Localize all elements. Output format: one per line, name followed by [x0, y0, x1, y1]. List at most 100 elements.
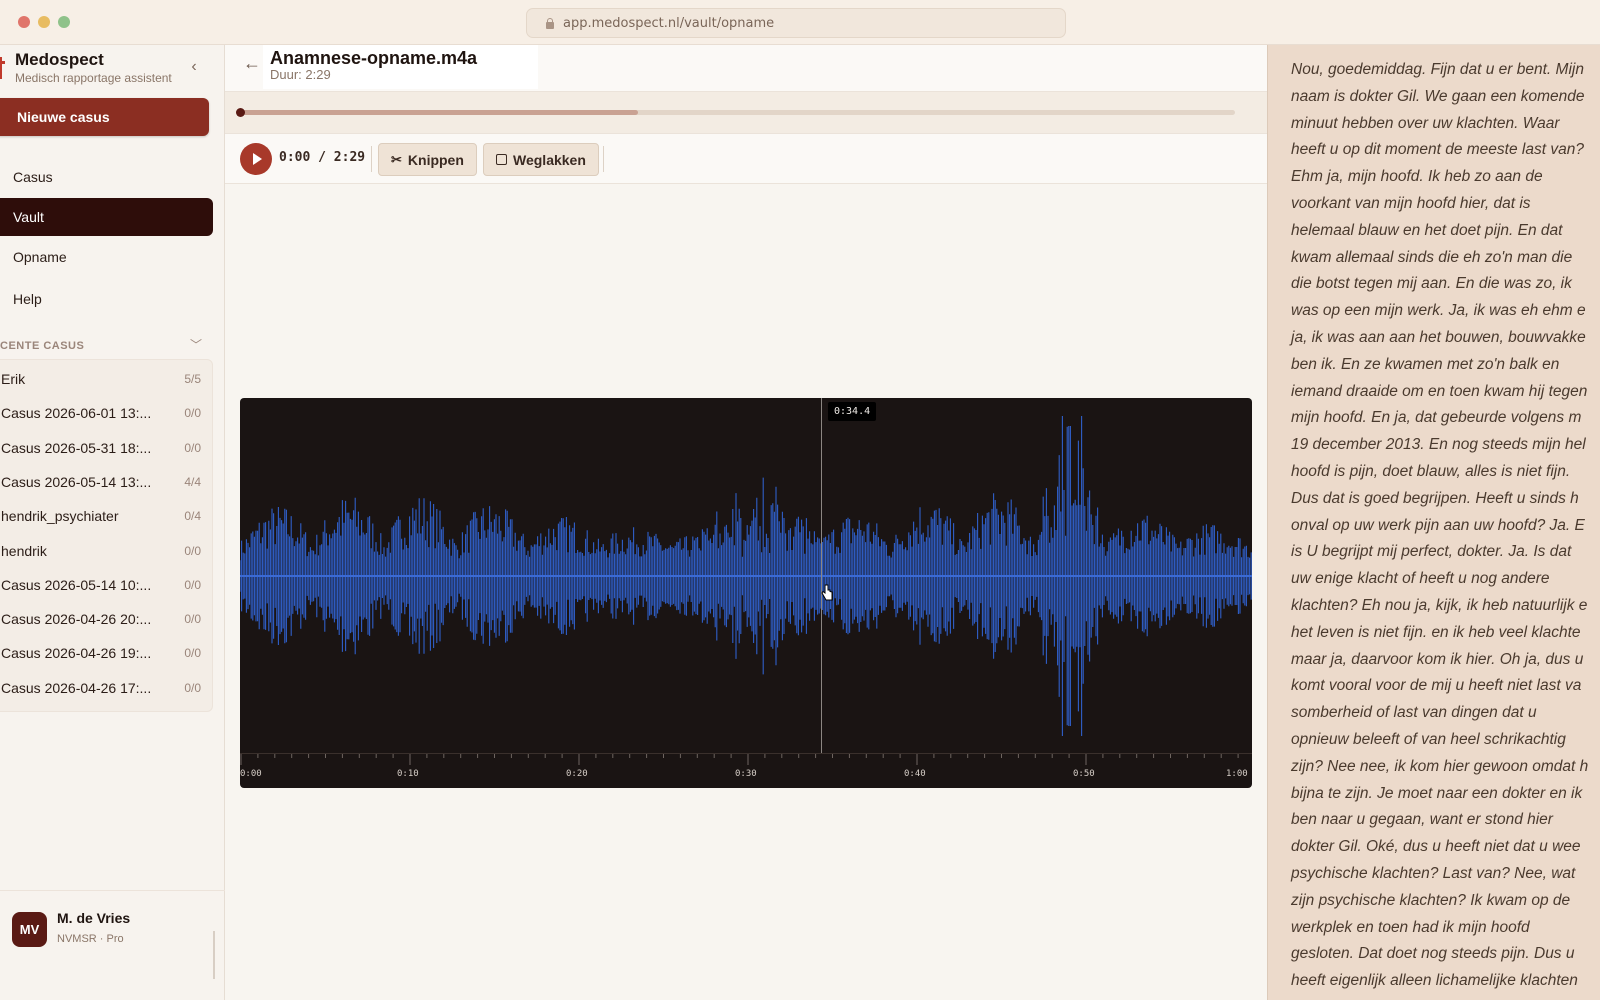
case-count: 5/5: [184, 372, 201, 386]
play-icon: [252, 153, 262, 165]
case-name: Casus 2026-04-26 17:...: [1, 679, 152, 696]
main-panel: ← Anamnese-opname.m4a Duur: 2:29 0:00 / …: [225, 45, 1267, 1000]
case-name: Casus 2026-05-14 10:...: [1, 576, 152, 593]
transcript-line: mijn hoofd. En ja, dat gebeurde volgens …: [1291, 409, 1582, 427]
transcript-line: het leven is niet fijn. en ik heb veel k…: [1291, 623, 1581, 641]
transcript-text: Nou, goedemiddag. Fijn dat u er bent. Mi…: [1291, 57, 1600, 995]
transcript-line: werkplek en toen had ik mijn hoofd: [1291, 918, 1530, 936]
list-item[interactable]: Casus 2026-04-26 17:... 0/0: [1, 671, 201, 705]
duration-label: Duur: 2:29: [270, 67, 331, 82]
nav-item-casus[interactable]: Casus: [0, 158, 213, 196]
cursor-time-tooltip: 0:34.4: [828, 402, 877, 421]
waveform[interactable]: 0:34.4 0:00 0:10 0:20 0:30 0:40 0:50 1:00: [240, 398, 1252, 788]
user-role: NVMSR · Pro: [57, 933, 124, 945]
nav-item-label: Opname: [13, 249, 67, 265]
timeline-tick-label: 0:10: [397, 769, 419, 779]
cut-button-label: Knippen: [407, 151, 464, 168]
progress-handle[interactable]: [236, 108, 245, 117]
nav-item-label: Help: [13, 291, 42, 307]
transcript-line: kwam allemaal sinds die eh zo'n man die: [1291, 248, 1573, 266]
brand-logo-icon: [0, 57, 6, 79]
back-arrow-icon[interactable]: ←: [243, 53, 261, 74]
nav-item-opname[interactable]: Opname: [0, 238, 213, 276]
case-count: 0/0: [184, 440, 201, 455]
case-count: 0/0: [184, 543, 201, 558]
mask-button[interactable]: Weglakken: [483, 143, 599, 176]
mask-button-label: Weglakken: [513, 151, 586, 168]
case-name: Casus 2026-04-26 20:...: [1, 611, 152, 628]
user-profile[interactable]: MV M. de Vries NVMSR · Pro: [0, 890, 225, 1000]
list-item[interactable]: Casus 2026-04-26 19:... 0/0: [1, 636, 201, 670]
case-name: hendrik_psychiater: [1, 508, 119, 525]
case-name: Casus 2026-05-31 18:...: [1, 439, 152, 456]
browser-chrome: app.medospect.nl/vault/opname: [0, 0, 1600, 45]
collapse-sidebar-chevron-icon[interactable]: ‹: [186, 59, 202, 75]
timeline-tick-label: 0:20: [566, 769, 588, 779]
list-item[interactable]: hendrik_psychiater 0/4: [1, 499, 201, 533]
recent-cases-list: Erik 5/5 Casus 2026-06-01 13:... 0/0 Casus 2…: [0, 359, 213, 712]
transcript-line: die botst tegen mij aan. En die was zo, …: [1291, 275, 1572, 293]
list-item[interactable]: Casus 2026-04-26 20:... 0/0: [1, 602, 201, 636]
timeline-ruler: 0:00 0:10 0:20 0:30 0:40 0:50 1:00: [240, 753, 1252, 788]
transcript-line: komt vooral voor de mij u heeft niet las…: [1291, 677, 1582, 695]
transcript-line: bijna te zijn. Je moet naar een dokter e…: [1291, 784, 1583, 802]
transcript-line: ben ik. En ze kwamen met zo'n balk en: [1291, 355, 1560, 373]
case-name: Casus 2026-05-14 13:...: [1, 473, 152, 490]
transcript-line: Ehm ja, mijn hoofd. Ik heb zo aan de: [1291, 168, 1543, 186]
transcript-line: ja, ik was aan aan het bouwen, bouwvakke: [1291, 328, 1586, 346]
list-item[interactable]: hendrik 0/0: [1, 534, 201, 568]
transcript-line: iemand draaide om en toen kwam hij tegen: [1291, 382, 1588, 400]
progress-bar[interactable]: [236, 108, 1235, 117]
case-name: Casus 2026-04-26 19:...: [1, 645, 152, 662]
transcript-line: Dus dat is goed begrijpen. Heeft u sinds…: [1291, 489, 1579, 507]
case-count: 0/0: [184, 646, 201, 661]
case-count: 4/4: [184, 474, 201, 489]
page-title: Anamnese-opname.m4a: [270, 48, 478, 68]
address-bar[interactable]: app.medospect.nl/vault/opname: [526, 8, 1066, 38]
transcript-line: gesloten. Dat doet nog steeds pijn. Dus …: [1291, 945, 1575, 963]
timeline-tick-label: 0:50: [1073, 769, 1095, 779]
new-case-button[interactable]: Nieuwe casus: [0, 98, 209, 136]
player-toolbar: 0:00 / 2:29 ✂ Knippen Weglakken: [225, 134, 1267, 184]
transcript-line: onval op uw werk pijn aan uw hoofd? Ja. …: [1291, 516, 1585, 534]
playhead-cursor: [821, 398, 822, 753]
timeline-tick-label: 0:00: [240, 769, 262, 779]
transcript-line: somberheid of last van dingen dat u: [1291, 704, 1537, 722]
transcript-line: Nou, goedemiddag. Fijn dat u er bent. Mi…: [1291, 61, 1584, 78]
timecode: 0:00 / 2:29: [279, 150, 366, 165]
transcript-line: zijn psychische klachten? Ik kwam op de: [1291, 891, 1571, 909]
maximize-window-button[interactable]: [58, 16, 70, 28]
transcript-line: was op een mijn werk. Ja, ik was eh ehm …: [1291, 302, 1586, 320]
lock-icon: [545, 17, 555, 29]
transcript-line: heeft u op dit moment de meeste last van…: [1291, 141, 1584, 159]
nav-item-help[interactable]: Help: [0, 280, 213, 318]
list-item[interactable]: Casus 2026-06-01 13:... 0/0: [1, 396, 201, 430]
transcript-line: opnieuw beleeft of van heel schrikachtig: [1291, 730, 1566, 748]
play-button[interactable]: [240, 143, 272, 175]
transcript-line: minuut hebben over uw klachten. Waar: [1291, 114, 1560, 132]
transcript-panel[interactable]: Nou, goedemiddag. Fijn dat u er bent. Mi…: [1267, 45, 1600, 1000]
brand-name: Medospect: [15, 50, 104, 69]
brand-subtitle: Medisch rapportage assistent: [15, 71, 172, 85]
case-count: 0/4: [184, 509, 201, 524]
square-icon: [496, 154, 507, 165]
list-item[interactable]: Casus 2026-05-14 10:... 0/0: [1, 568, 201, 602]
chevron-down-icon[interactable]: ﹀: [190, 336, 202, 353]
case-name: Erik: [1, 371, 26, 387]
transcript-line: ben naar u gegaan, want er stond hier: [1291, 811, 1553, 829]
transcript-line: hoofd is pijn, doet blauw, alles is niet…: [1291, 462, 1571, 480]
case-name: Casus 2026-06-01 13:...: [1, 405, 152, 422]
transcript-line: helemaal blauw en het doet pijn. En dat: [1291, 221, 1563, 239]
transcript-line: maar ja, daarvoor kom ik hier. Oh ja, du…: [1291, 650, 1584, 668]
list-item[interactable]: Casus 2026-05-14 13:... 4/4: [1, 465, 201, 499]
progress-fill: [240, 110, 638, 115]
list-item[interactable]: Erik 5/5: [1, 362, 201, 396]
list-item[interactable]: Casus 2026-05-31 18:... 0/0: [1, 431, 201, 465]
cut-button[interactable]: ✂ Knippen: [378, 143, 477, 176]
minimize-window-button[interactable]: [38, 16, 50, 28]
close-window-button[interactable]: [18, 16, 30, 28]
case-count: 0/0: [184, 612, 201, 627]
user-name: M. de Vries: [57, 910, 131, 926]
nav-item-vault[interactable]: Vault: [0, 198, 213, 236]
scrollbar[interactable]: [213, 931, 215, 979]
